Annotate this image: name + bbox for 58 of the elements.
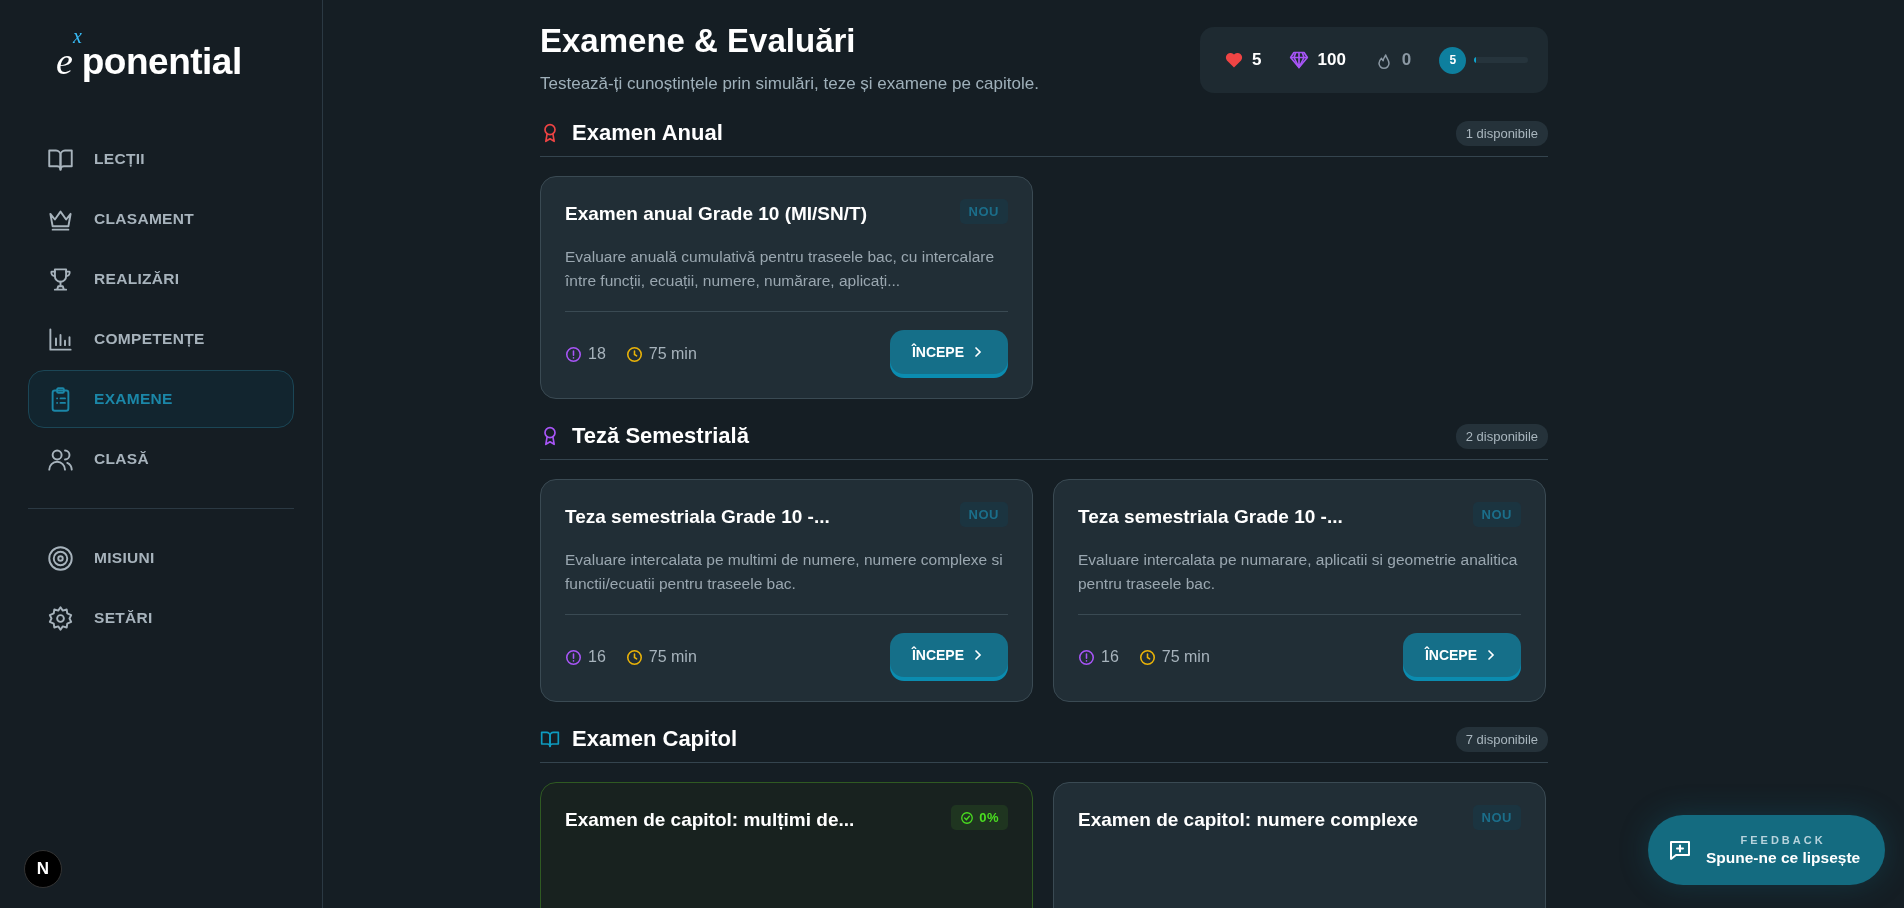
level-badge: 5 [1439,46,1467,74]
exam-duration: 75 min [1161,648,1210,666]
alert-circle-icon [565,648,582,666]
feedback-text: Spune-ne ce lipsește [1706,848,1861,867]
bar-chart-icon [47,325,74,353]
sidebar-item[interactable]: EXAMENE [28,370,294,428]
alert-circle-icon [1078,648,1095,666]
exam-title: Teza semestriala Grade 10 -... [1078,505,1343,528]
exam-title: Examen de capitol: mulțimi de... [565,808,855,831]
heart-icon [1224,50,1244,70]
section-title: Teză Semestrială [572,423,749,449]
exam-description: Evaluare intercalata pe multimi de numere, numere complexe si functii/ecuatii pentru traseele bac. [565,550,1004,594]
sidebar-item[interactable]: LECȚII [28,130,294,188]
check-circle-icon [960,810,975,825]
sidebar-item[interactable]: REALIZĂRI [28,250,294,308]
clock-icon [1138,648,1156,666]
exam-title: Examen anual Grade 10 (MI/SN/T) [565,202,867,225]
sidebar-item[interactable]: CLASĂ [28,430,294,488]
sidebar-item[interactable]: MISIUNI [28,529,294,587]
exam-title: Examen de capitol: numere complexe [1078,808,1418,831]
section-title: Examen Anual [572,120,723,146]
page-title: Examene & Evaluări [540,22,857,60]
available-count-badge: 2 disponibile [1455,423,1548,449]
exam-description: Evaluare anuală cumulativă pentru traseele bac, cu intercalare între funcții, ecuații, numere, numărare, aplicați... [565,247,996,291]
new-badge: NOU [959,199,1008,224]
gems-count: 100 [1317,50,1346,70]
exam-duration: 75 min [648,648,697,666]
feedback-button[interactable]: FEEDBACK Spune-ne ce lipsește [1648,815,1885,885]
exam-title: Teza semestriala Grade 10 -... [565,505,830,528]
progress-percent: 0% [979,810,999,825]
sidebar-item[interactable]: COMPETENȚE [28,310,294,368]
sidebar-item[interactable]: SETĂRI [28,589,294,647]
available-count-badge: 7 disponibile [1455,726,1548,752]
message-plus-icon [1668,838,1692,862]
dev-indicator-badge[interactable]: N [24,850,62,888]
new-badge: NOU [959,502,1008,527]
new-badge: NOU [1472,805,1521,830]
exam-description: Evaluare intercalata pe numarare, aplicatii si geometrie analitica pentru traseele bac. [1078,550,1519,594]
feedback-label: FEEDBACK [1740,833,1826,846]
question-count: 16 [588,648,606,666]
target-icon [47,544,74,572]
logo[interactable]: e $^{x}$ ponential [56,30,242,80]
clock-icon [625,648,643,666]
streak-count: 0 [1401,50,1412,70]
exam-duration: 75 min [648,345,697,363]
hearts-count: 5 [1252,50,1262,70]
alert-circle-icon [565,345,582,363]
available-count-badge: 1 disponibile [1455,120,1548,146]
section-title: Examen Capitol [572,726,738,752]
clock-icon [625,345,643,363]
sidebar-item[interactable]: CLASAMENT [28,190,294,248]
new-badge: NOU [1472,502,1521,527]
question-count: 18 [588,345,606,363]
gem-icon [1289,50,1310,70]
trophy-icon [47,265,74,293]
settings-icon [47,604,74,632]
question-count: 16 [1101,648,1119,666]
page-subtitle: Testează-ți cunoștințele prin simulări, teze și examene pe capitole. [540,74,1039,94]
